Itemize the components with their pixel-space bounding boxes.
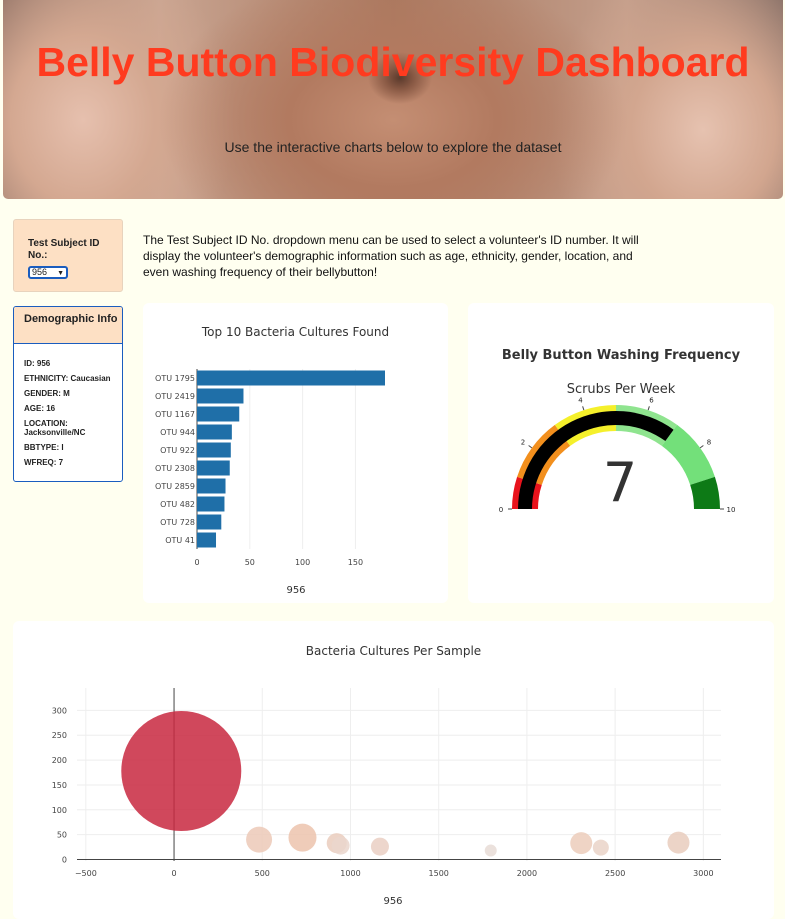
subject-selector-label: Test Subject ID No.: bbox=[28, 238, 100, 261]
bubble-y-tick-label: 100 bbox=[52, 806, 67, 815]
bar bbox=[197, 370, 385, 386]
bar-x-tick-label: 50 bbox=[245, 558, 255, 567]
bubble bbox=[121, 711, 242, 832]
bubble-y-tick-label: 300 bbox=[52, 706, 67, 715]
bar bbox=[197, 406, 240, 422]
bar-category-label: OTU 482 bbox=[160, 500, 195, 509]
bar-category-label: OTU 1167 bbox=[155, 410, 195, 419]
bar-category-label: OTU 41 bbox=[165, 536, 195, 545]
gauge-value-bar bbox=[518, 411, 674, 509]
bubble-x-tick-label: −500 bbox=[75, 869, 97, 878]
bubble-x-tick-label: 1500 bbox=[429, 869, 449, 878]
bar bbox=[197, 514, 222, 530]
bubble-y-tick-label: 200 bbox=[52, 756, 67, 765]
subject-id-value: 956 bbox=[32, 267, 48, 277]
bar bbox=[197, 496, 225, 512]
gauge-tick bbox=[647, 406, 650, 411]
gauge-tick bbox=[582, 406, 585, 411]
bubble bbox=[484, 844, 497, 857]
bubble bbox=[667, 831, 690, 854]
gauge-tick-label: 8 bbox=[707, 438, 711, 446]
header-banner: Belly Button Biodiversity Dashboard Use … bbox=[3, 0, 783, 199]
demographic-panel-title: Demographic Info bbox=[14, 307, 122, 344]
bar-category-label: OTU 2859 bbox=[155, 482, 195, 491]
gauge-tick bbox=[699, 445, 704, 449]
demographic-location: LOCATION: Jacksonville/NC bbox=[24, 419, 86, 437]
demographic-list: ID: 956 ETHNICITY: Caucasian GENDER: M A… bbox=[14, 344, 122, 467]
demographic-wfreq: WFREQ: 7 bbox=[24, 458, 64, 467]
bar-category-label: OTU 922 bbox=[160, 446, 195, 455]
gauge-tick-label: 2 bbox=[521, 438, 525, 446]
bar bbox=[197, 478, 226, 494]
bubble-y-tick-label: 50 bbox=[57, 831, 67, 840]
bar-x-tick-label: 100 bbox=[295, 558, 310, 567]
subject-id-dropdown[interactable]: 956 ▼ bbox=[28, 266, 68, 279]
bubble bbox=[570, 832, 593, 855]
gauge-tick-label: 4 bbox=[578, 397, 583, 405]
bubble-chart: 0 50 100 150 200 250 300 −500 0 500 1000 1500 2000 25… bbox=[52, 688, 721, 907]
bar-category-label: OTU 728 bbox=[160, 518, 195, 527]
bar-x-axis-label: 956 bbox=[286, 585, 305, 596]
bar-category-label: OTU 944 bbox=[160, 428, 195, 437]
bubble bbox=[246, 826, 273, 853]
demographic-panel: Demographic Info ID: 956 ETHNICITY: Cauc… bbox=[13, 306, 123, 482]
intro-text: The Test Subject ID No. dropdown menu ca… bbox=[143, 233, 639, 279]
bubble-x-tick-label: 2500 bbox=[605, 869, 625, 878]
bar-category-label: OTU 1795 bbox=[155, 374, 195, 383]
demographic-ethnicity: ETHNICITY: Caucasian bbox=[24, 374, 111, 383]
demographic-id: ID: 956 bbox=[24, 359, 51, 368]
bubble bbox=[592, 839, 609, 856]
bar-x-tick-label: 150 bbox=[348, 558, 363, 567]
bubble bbox=[288, 823, 317, 852]
bubble-x-tick-label: 1000 bbox=[340, 869, 360, 878]
bubble-x-tick-label: 0 bbox=[171, 869, 176, 878]
gauge-value: 7 bbox=[603, 451, 637, 514]
bubble-y-tick-label: 150 bbox=[52, 781, 67, 790]
gauge-chart: 0 2 4 6 8 10 7 bbox=[499, 397, 736, 514]
gauge-chart-card: Belly Button Washing Frequency Scrubs Pe… bbox=[468, 303, 774, 603]
bar-chart-card: Top 10 Bacteria Cultures Found 0 50 100 150… bbox=[143, 303, 448, 603]
bubble-x-tick-label: 3000 bbox=[693, 869, 713, 878]
bubble-y-tick-label: 0 bbox=[62, 856, 67, 865]
bar bbox=[197, 460, 230, 476]
bar-chart: 0 50 100 150 OTU 1795 OTU 2419 OTU 1167 OTU 944… bbox=[155, 369, 385, 596]
chevron-down-icon: ▼ bbox=[57, 270, 64, 277]
bubble-x-axis-label: 956 bbox=[383, 896, 402, 907]
bubble-x-tick-label: 2000 bbox=[517, 869, 537, 878]
gauge-tick-label: 6 bbox=[649, 397, 654, 405]
bar bbox=[197, 442, 231, 458]
bar-x-tick-label: 0 bbox=[194, 558, 199, 567]
gauge-tick bbox=[528, 445, 533, 449]
bar bbox=[197, 388, 244, 404]
bar bbox=[197, 424, 232, 440]
bubble-x-tick-label: 500 bbox=[255, 869, 270, 878]
page-subtitle: Use the interactive charts below to expl… bbox=[224, 139, 562, 155]
page-title: Belly Button Biodiversity Dashboard bbox=[36, 39, 750, 85]
demographic-bbtype: BBTYPE: I bbox=[24, 443, 64, 452]
demographic-age: AGE: 16 bbox=[24, 404, 56, 413]
bar bbox=[197, 532, 217, 548]
gauge-tick-label: 10 bbox=[727, 506, 736, 514]
bubble bbox=[331, 836, 350, 855]
gauge-tick-label: 0 bbox=[499, 506, 503, 514]
bar-category-label: OTU 2419 bbox=[155, 392, 195, 401]
bubble-chart-card: Bacteria Cultures Per Sample 0 50 100 150 20… bbox=[13, 621, 774, 919]
subject-selector-card: Test Subject ID No.: 956 ▼ bbox=[13, 219, 123, 292]
bubble-y-tick-label: 250 bbox=[52, 731, 67, 740]
bubble bbox=[370, 837, 389, 856]
bar-category-label: OTU 2308 bbox=[155, 464, 195, 473]
demographic-gender: GENDER: M bbox=[24, 389, 70, 398]
